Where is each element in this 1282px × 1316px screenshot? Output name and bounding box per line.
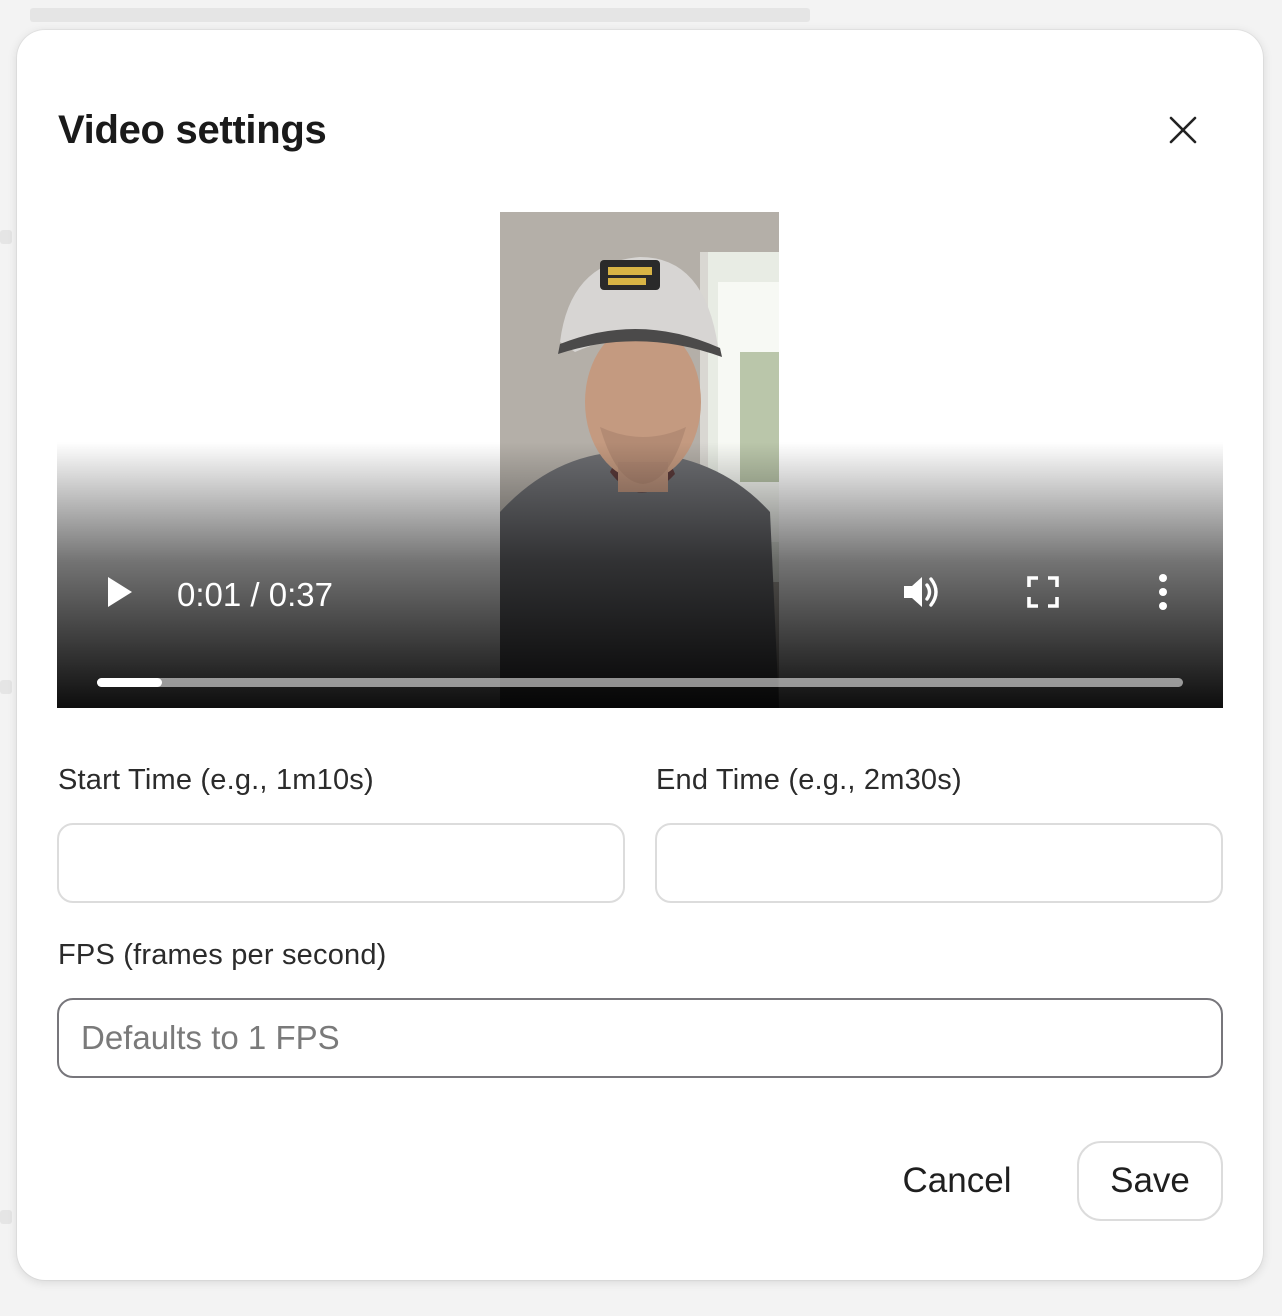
fullscreen-icon <box>1027 576 1059 608</box>
video-settings-dialog: Video settings 0:01 / 0:37 Start Time (e… <box>17 30 1263 1280</box>
time-display: 0:01 / 0:37 <box>177 576 333 613</box>
play-button[interactable] <box>91 564 147 620</box>
end-time-label: End Time (e.g., 2m30s) <box>656 764 962 796</box>
fps-label: FPS (frames per second) <box>58 939 387 971</box>
close-button[interactable] <box>1163 110 1203 150</box>
background-text-line <box>0 230 12 244</box>
background-text-line <box>0 1210 12 1224</box>
fullscreen-button[interactable] <box>1015 564 1071 620</box>
volume-button[interactable] <box>895 564 951 620</box>
save-button[interactable]: Save <box>1077 1141 1223 1221</box>
more-options-button[interactable] <box>1135 564 1191 620</box>
start-time-input[interactable] <box>57 823 625 903</box>
start-time-label: Start Time (e.g., 1m10s) <box>58 764 374 796</box>
video-player[interactable]: 0:01 / 0:37 <box>57 212 1223 708</box>
video-progress-bar[interactable] <box>97 678 1183 687</box>
play-icon <box>108 577 132 607</box>
dialog-title: Video settings <box>58 108 327 152</box>
more-vertical-icon <box>1159 574 1167 610</box>
fps-input[interactable] <box>57 998 1223 1078</box>
video-progress-fill <box>97 678 163 687</box>
video-controls: 0:01 / 0:37 <box>57 564 1223 620</box>
end-time-input[interactable] <box>655 823 1223 903</box>
cancel-button[interactable]: Cancel <box>877 1142 1037 1220</box>
close-icon <box>1169 116 1197 144</box>
volume-icon <box>904 577 938 607</box>
background-text-line <box>0 680 12 694</box>
background-text-line <box>30 8 810 22</box>
